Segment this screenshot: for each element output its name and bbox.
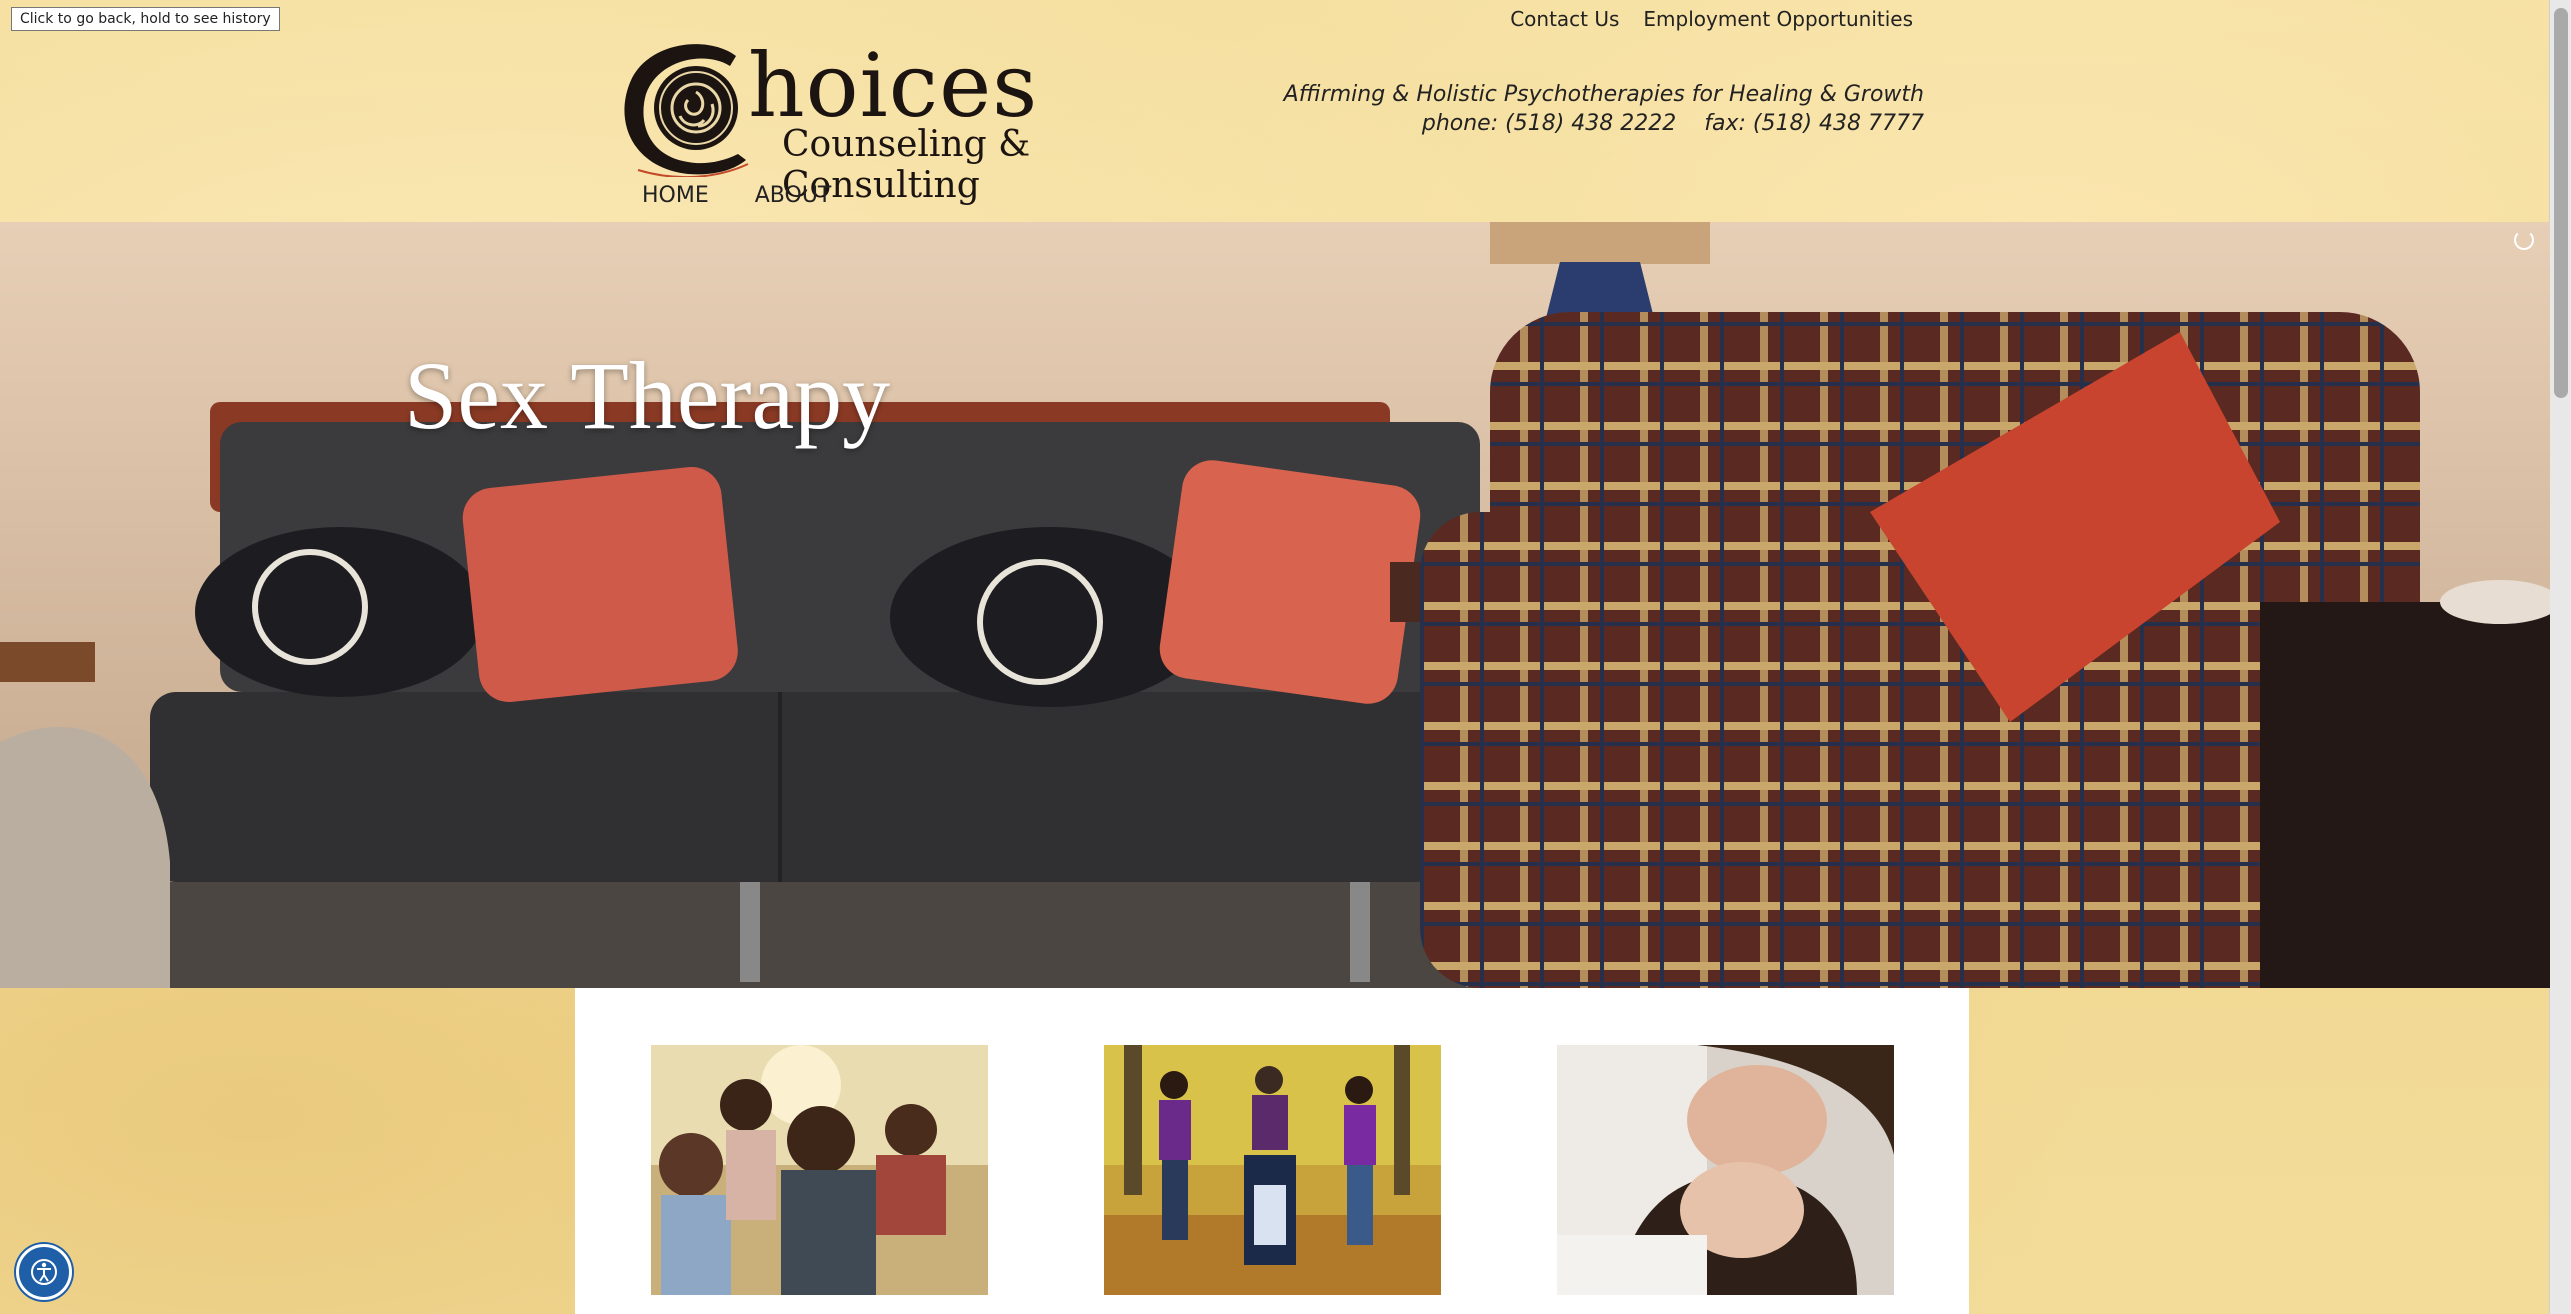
hero-title: Sex Therapy (404, 342, 891, 449)
back-button-tooltip: Click to go back, hold to see history (11, 7, 280, 31)
nav-home[interactable]: HOME (642, 183, 709, 208)
card-image-couple[interactable] (1557, 1045, 1894, 1295)
tagline-text: Affirming & Holistic Psychotherapies for… (1283, 82, 1924, 107)
logo-subtitle: Counseling & Consulting (782, 124, 1031, 206)
accessibility-icon (31, 1259, 57, 1285)
header-tagline: Affirming & Holistic Psychotherapies for… (1284, 80, 1924, 138)
card-image-park[interactable] (1104, 1045, 1441, 1295)
family-piggyback-photo (651, 1045, 988, 1295)
loading-spinner-icon (2514, 230, 2534, 250)
hero-living-room-image (0, 222, 2550, 988)
top-links: Contact Us Employment Opportunities (1510, 7, 1913, 31)
celtic-emblem-icon (624, 44, 749, 177)
accessibility-button[interactable] (16, 1244, 72, 1300)
content-panel (575, 988, 1969, 1314)
employment-opportunities-link[interactable]: Employment Opportunities (1643, 7, 1913, 31)
family-park-wheelchair-photo (1104, 1045, 1441, 1295)
main-nav: HOME ABOUT (642, 183, 831, 208)
logo-wordmark: hoices (748, 34, 1039, 137)
card-image-family[interactable] (651, 1045, 988, 1295)
couple-embrace-photo (1557, 1045, 1894, 1295)
site-logo[interactable]: hoices Counseling & Consulting (618, 34, 1196, 206)
scrollbar[interactable] (2549, 0, 2571, 1314)
nav-about[interactable]: ABOUT (755, 183, 832, 208)
contact-phone-fax: phone: (518) 438 2222 fax: (518) 438 777… (1421, 111, 1924, 136)
scrollbar-thumb[interactable] (2554, 8, 2568, 398)
hero-banner: Sex Therapy (0, 222, 2550, 988)
contact-us-link[interactable]: Contact Us (1510, 7, 1619, 31)
